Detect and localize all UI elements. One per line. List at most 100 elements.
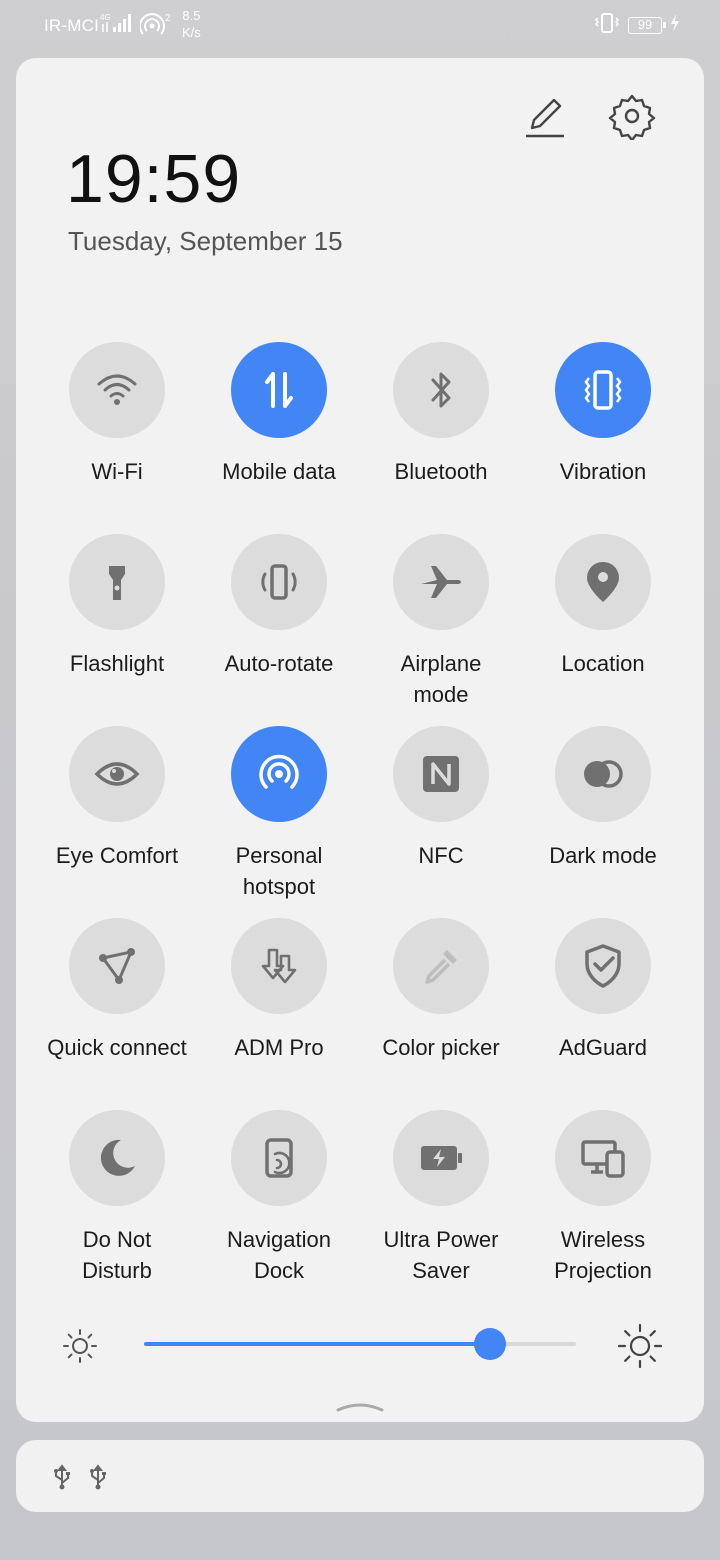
tile-toggle-button[interactable]: [69, 534, 165, 630]
tile-wireless-projection[interactable]: Wireless Projection: [522, 1110, 684, 1286]
brightness-high-icon: [616, 1322, 664, 1375]
tile-location[interactable]: Location: [522, 534, 684, 679]
date-text: Tuesday, September 15: [68, 226, 343, 256]
speed-value: 8.5: [182, 8, 201, 23]
tile-flashlight[interactable]: Flashlight: [36, 534, 198, 679]
tile-vibration[interactable]: Vibration: [522, 342, 684, 487]
tile-nfc[interactable]: NFC: [360, 726, 522, 871]
quick-settings-panel: 19:59 Tuesday, September 15 Wi-Fi Mobile …: [16, 58, 704, 1422]
status-right-group: 99: [594, 12, 680, 39]
hotspot-clients-count: 2: [165, 13, 171, 24]
network-type-label: 4G: [100, 13, 111, 22]
tile-label: Flashlight: [69, 651, 165, 676]
tile-toggle-button[interactable]: [555, 342, 651, 438]
edit-button[interactable]: [520, 92, 568, 140]
brightness-slider-thumb[interactable]: [473, 1328, 506, 1360]
tile-label: Navigation Dock: [227, 1227, 331, 1283]
usb-icon: [52, 1464, 72, 1495]
shield-check-icon: [585, 944, 621, 988]
tile-label: NFC: [418, 843, 464, 868]
tile-auto-rotate[interactable]: Auto-rotate: [198, 534, 360, 679]
projection-icon: [581, 1140, 625, 1178]
tile-toggle-button[interactable]: [393, 726, 489, 822]
tile-dark-mode[interactable]: Dark mode: [522, 726, 684, 871]
charging-bolt-icon: [670, 14, 680, 37]
flashlight-icon: [109, 566, 125, 600]
tile-label: Color picker: [382, 1035, 500, 1060]
battery-bolt-icon: [421, 1146, 462, 1170]
hotspot-status-icon: 2: [139, 12, 176, 41]
tile-ultra-power-saver[interactable]: Ultra Power Saver: [360, 1110, 522, 1286]
tile-quick-connect[interactable]: Quick connect: [36, 918, 198, 1063]
signal-strength-icon: 4G: [100, 12, 134, 39]
moon-icon: [100, 1139, 135, 1176]
tile-label: Personal hotspot: [235, 843, 323, 899]
tile-label: Location: [561, 651, 645, 676]
location-pin-icon: [587, 562, 619, 602]
tile-do-not-disturb[interactable]: Do Not Disturb: [36, 1110, 198, 1286]
tile-toggle-button[interactable]: [231, 726, 327, 822]
tile-toggle-button[interactable]: [69, 1110, 165, 1206]
collapse-handle[interactable]: [336, 1398, 384, 1417]
status-bar: IR-MCI 4G 2 8.5 K/s 99: [0, 0, 720, 50]
tile-toggle-button[interactable]: [393, 342, 489, 438]
navigation-dock-icon: [265, 1138, 293, 1178]
brightness-slider[interactable]: [144, 1328, 576, 1360]
battery-indicator: 99: [628, 17, 666, 34]
brightness-slider-fill: [144, 1342, 490, 1346]
brightness-low-icon: [60, 1326, 100, 1371]
tile-adm-pro[interactable]: ADM Pro: [198, 918, 360, 1063]
tile-label: Wireless Projection: [554, 1227, 652, 1283]
carrier-name: IR-MCI: [44, 16, 100, 35]
tile-bluetooth[interactable]: Bluetooth: [360, 342, 522, 487]
tile-toggle-button[interactable]: [393, 1110, 489, 1206]
tile-toggle-button[interactable]: [231, 534, 327, 630]
tile-toggle-button[interactable]: [555, 534, 651, 630]
hotspot-icon: [259, 754, 299, 789]
tile-personal-hotspot[interactable]: Personal hotspot: [198, 726, 360, 902]
tile-toggle-button[interactable]: [231, 342, 327, 438]
tile-toggle-button[interactable]: [555, 1110, 651, 1206]
tile-airplane-mode[interactable]: Airplane mode: [360, 534, 522, 710]
vibration-icon: [584, 370, 622, 410]
tile-label: Wi-Fi: [91, 459, 143, 484]
tile-toggle-button[interactable]: [231, 1110, 327, 1206]
bluetooth-icon: [431, 372, 451, 408]
eyedropper-icon: [425, 950, 457, 984]
brightness-control: [16, 1314, 704, 1374]
tile-navigation-dock[interactable]: Navigation Dock: [198, 1110, 360, 1286]
tile-toggle-button[interactable]: [69, 726, 165, 822]
pencil-icon: [526, 98, 564, 138]
tile-label: Bluetooth: [394, 459, 488, 484]
tile-label: Auto-rotate: [224, 651, 334, 676]
tile-toggle-button[interactable]: [69, 342, 165, 438]
dark-mode-icon: [584, 760, 623, 788]
tile-label: Eye Comfort: [55, 843, 179, 868]
tile-toggle-button[interactable]: [393, 918, 489, 1014]
mobile-data-icon: [265, 372, 293, 408]
tile-toggle-button[interactable]: [393, 534, 489, 630]
airplane-icon: [421, 566, 461, 598]
eye-icon: [94, 762, 140, 786]
wifi-icon: [97, 374, 137, 405]
usb-notification[interactable]: [16, 1440, 704, 1512]
tile-eye-comfort[interactable]: Eye Comfort: [36, 726, 198, 871]
tile-wi-fi[interactable]: Wi-Fi: [36, 342, 198, 487]
tile-label: Vibration: [559, 459, 647, 484]
auto-rotate-icon: [261, 564, 297, 600]
tile-toggle-button[interactable]: [555, 726, 651, 822]
tile-label: ADM Pro: [234, 1035, 324, 1060]
settings-button[interactable]: [608, 92, 656, 142]
tile-toggle-button[interactable]: [231, 918, 327, 1014]
nfc-icon: [423, 756, 459, 792]
tile-adguard[interactable]: AdGuard: [522, 918, 684, 1063]
tile-label: Airplane mode: [400, 651, 482, 707]
tile-toggle-button[interactable]: [555, 918, 651, 1014]
tile-mobile-data[interactable]: Mobile data: [198, 342, 360, 487]
adm-download-icon: [261, 948, 297, 984]
network-speed: 8.5 K/s: [182, 7, 201, 41]
speed-unit: K/s: [182, 25, 201, 40]
tile-color-picker[interactable]: Color picker: [360, 918, 522, 1063]
tile-toggle-button[interactable]: [69, 918, 165, 1014]
usb-icon: [88, 1464, 108, 1495]
